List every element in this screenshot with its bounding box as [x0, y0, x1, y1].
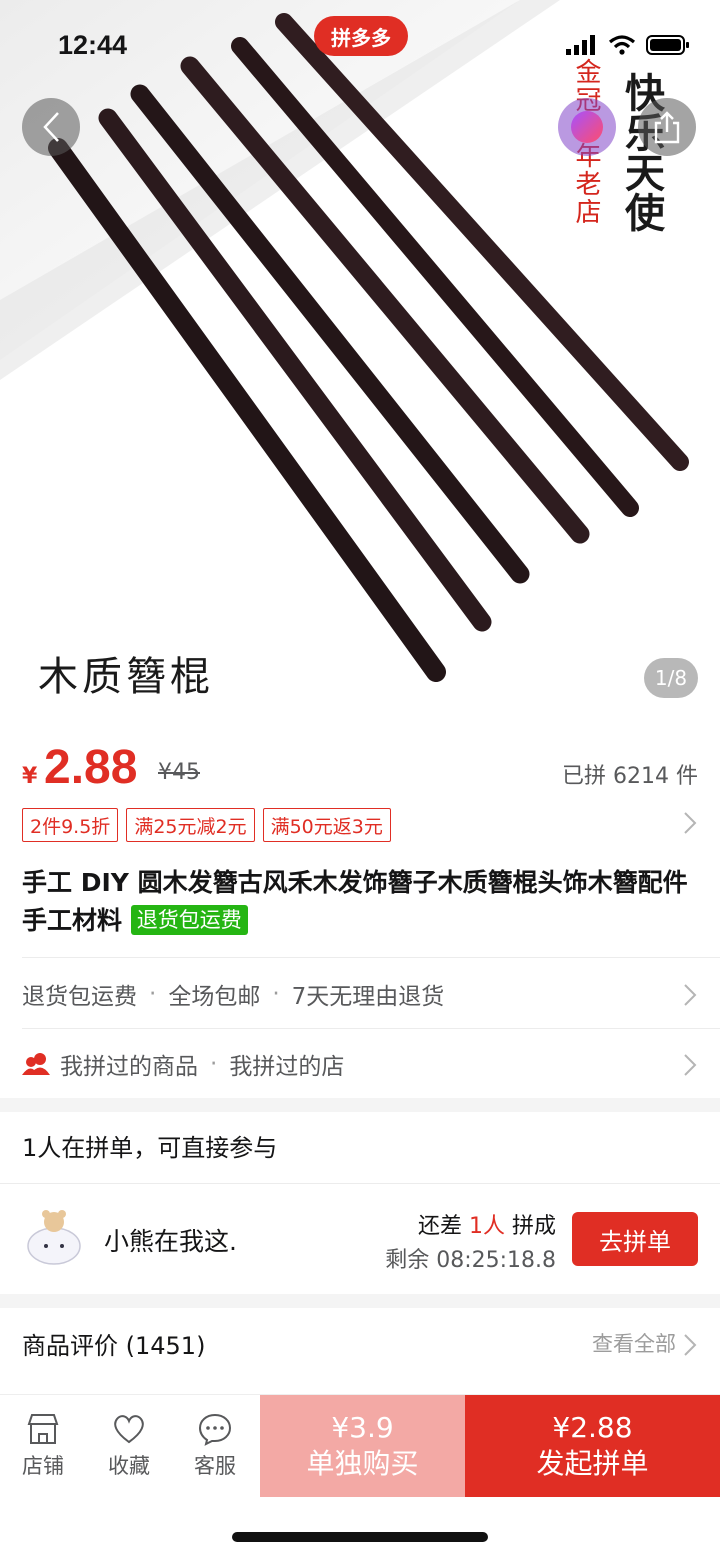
- wifi-icon: [608, 35, 636, 55]
- shop-avatar-button[interactable]: [558, 98, 616, 156]
- home-indicator[interactable]: [232, 1532, 488, 1542]
- service-item: 全场包邮: [168, 984, 261, 1010]
- group-need-text: 还差 1人 拼成: [418, 1208, 556, 1240]
- chevron-right-icon: [684, 1054, 697, 1076]
- signal-icon: [566, 35, 595, 55]
- back-button[interactable]: [22, 98, 80, 156]
- dot-separator: ·: [210, 1051, 218, 1077]
- group-countdown: 剩余 08:25:18.8: [385, 1248, 556, 1273]
- service-nav-button[interactable]: 客服: [172, 1395, 258, 1497]
- favorite-nav-button[interactable]: 收藏: [86, 1395, 172, 1497]
- bottom-action-bar: 店铺 收藏 客服 ¥3.9 单独购买 ¥2.88 发起拼单: [0, 1394, 720, 1497]
- price-row: ¥ 2.88 ¥45 已拼 6214 件: [22, 738, 698, 798]
- chevron-right-icon: [684, 1334, 697, 1356]
- buy-solo-button[interactable]: ¥3.9 单独购买: [260, 1395, 465, 1497]
- group-user-name: 小熊在我这.: [104, 1227, 237, 1256]
- image-overlay-label: 木质簪棍: [38, 654, 214, 700]
- chevron-right-icon: [684, 984, 697, 1006]
- status-icons: [566, 34, 690, 56]
- chat-bubble-icon: [198, 1413, 232, 1446]
- heart-icon: [114, 1415, 144, 1444]
- purchase-history-row[interactable]: 我拼过的商品 · 我拼过的店: [22, 1042, 698, 1086]
- service-item: 7天无理由退货: [291, 984, 445, 1010]
- avatar[interactable]: [22, 1206, 86, 1270]
- shop-nav-button[interactable]: 店铺: [0, 1395, 86, 1497]
- share-icon: [654, 111, 680, 144]
- join-group-button[interactable]: 去拼单: [572, 1212, 698, 1266]
- group-need-prefix: 还差: [417, 1214, 462, 1239]
- coupon-tag[interactable]: 满25元减2元: [126, 808, 255, 842]
- product-title-text: 手工 DIY 圆木发簪古风禾木发饰簪子木质簪棍头饰木簪配件手工材料: [22, 868, 688, 935]
- group-row[interactable]: 小熊在我这. 还差 1人 拼成 剩余 08:25:18.8 去拼单: [0, 1184, 720, 1294]
- chevron-left-icon: [43, 112, 59, 142]
- group-need-count: 1人: [468, 1214, 505, 1239]
- service-row[interactable]: 退货包运费 · 全场包邮 · 7天无理由退货: [22, 972, 698, 1016]
- share-button[interactable]: [638, 98, 696, 156]
- shop-avatar-icon: [571, 111, 603, 143]
- price-currency: ¥: [22, 764, 38, 789]
- battery-icon: [646, 35, 689, 55]
- group-need-suffix: 拼成: [511, 1214, 556, 1239]
- coupon-list[interactable]: 2件9.5折 满25元减2元 满50元返3元: [22, 808, 391, 842]
- price-current: 2.88: [44, 741, 138, 794]
- app-badge: 拼多多: [314, 16, 408, 56]
- status-time: 12:44: [58, 30, 128, 60]
- view-all-reviews-link[interactable]: 查看全部: [592, 1328, 676, 1358]
- dot-separator: ·: [272, 981, 280, 1007]
- history-item[interactable]: 我拼过的商品: [60, 1047, 198, 1081]
- group-label: 发起拼单: [536, 1447, 649, 1480]
- reviews-title: 商品评价 (1451): [22, 1332, 206, 1360]
- coupon-tag[interactable]: 2件9.5折: [22, 808, 119, 842]
- favorite-nav-label: 收藏: [108, 1454, 150, 1478]
- service-nav-label: 客服: [194, 1454, 236, 1478]
- divider: [22, 1028, 720, 1029]
- shop-nav-label: 店铺: [22, 1454, 64, 1478]
- product-title: 手工 DIY 圆木发簪古风禾木发饰簪子木质簪棍头饰木簪配件手工材料 退货包运费: [22, 864, 702, 940]
- product-image[interactable]: 12:44 拼多多 金冠十年老店: [0, 0, 720, 720]
- history-item[interactable]: 我拼过的店: [229, 1047, 344, 1081]
- shop-watermark: 金冠十年老店 快乐天使: [568, 58, 688, 258]
- bear-avatar-icon: [27, 1210, 81, 1265]
- dot-separator: ·: [149, 981, 157, 1007]
- people-icon: [22, 1053, 50, 1075]
- section-gap: [0, 1294, 720, 1308]
- divider: [22, 957, 720, 958]
- start-group-button[interactable]: ¥2.88 发起拼单: [465, 1395, 720, 1497]
- section-gap: [0, 1098, 720, 1112]
- solo-price: ¥3.9: [331, 1411, 394, 1444]
- group-price: ¥2.88: [552, 1411, 633, 1444]
- sold-count: 已拼 6214 件: [562, 764, 698, 789]
- return-shipping-badge: 退货包运费: [130, 905, 248, 935]
- price-original: ¥45: [158, 760, 200, 785]
- solo-label: 单独购买: [306, 1447, 419, 1480]
- service-item: 退货包运费: [22, 984, 137, 1010]
- image-page-indicator: 1/8: [644, 658, 698, 698]
- reviews-row[interactable]: 商品评价 (1451) 查看全部: [22, 1326, 698, 1366]
- chevron-right-icon[interactable]: [682, 810, 698, 836]
- store-icon: [27, 1414, 59, 1444]
- coupon-tag[interactable]: 满50元返3元: [262, 808, 391, 842]
- group-header: 1人在拼单，可直接参与: [22, 1134, 278, 1162]
